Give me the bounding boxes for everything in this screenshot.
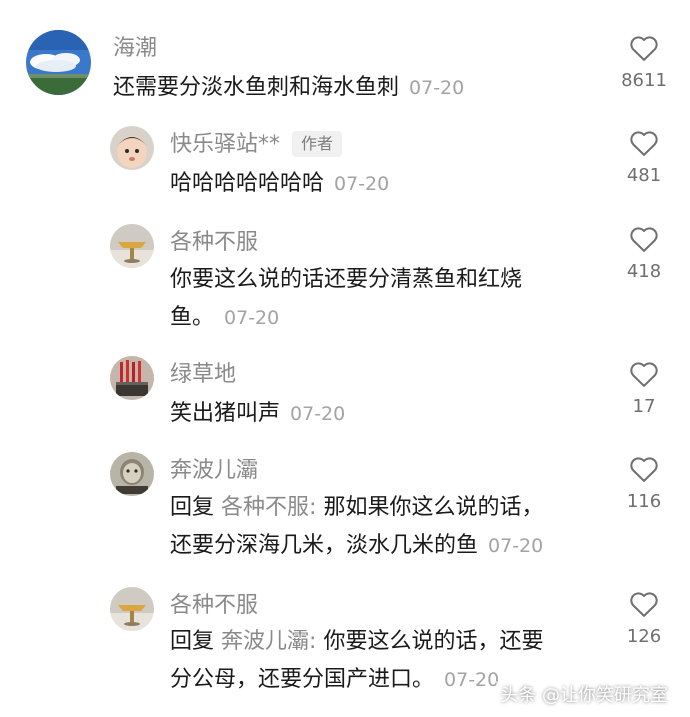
comment-text: 回复 奔波儿灞: 你要这么说的话，还要 分公母，还要分国产进口。 07-20 bbox=[170, 623, 543, 699]
comment-date: 07-20 bbox=[334, 173, 390, 195]
comment-item: 海潮 还需要分淡水鱼刺和海水鱼刺 07-20 8611 bbox=[0, 0, 690, 118]
comment-body: 你要这么说的话，还要 bbox=[323, 629, 544, 654]
reply-target[interactable]: 奔波儿灞: bbox=[221, 629, 316, 654]
comment-body: 还需要分淡水鱼刺和海水鱼刺 bbox=[113, 75, 400, 100]
comment-text: 你要这么说的话还要分清蒸鱼和红烧 鱼。 07-20 bbox=[170, 261, 522, 337]
like-count: 126 bbox=[626, 626, 662, 647]
avatar[interactable] bbox=[110, 587, 154, 631]
heart-outline-icon bbox=[630, 131, 658, 156]
comment-text-line: 回复 奔波儿灞: 你要这么说的话，还要 bbox=[170, 623, 543, 661]
like-count: 418 bbox=[626, 261, 662, 282]
comment-text: 哈哈哈哈哈哈哈 07-20 bbox=[170, 165, 389, 203]
comment-author[interactable]: 快乐驿站** 作者 bbox=[170, 131, 343, 159]
heart-outline-icon bbox=[630, 362, 658, 387]
like-count: 17 bbox=[632, 396, 656, 417]
author-badge: 作者 bbox=[292, 131, 343, 157]
comment-body: 分公母，还要分国产进口。 bbox=[170, 667, 435, 692]
comment-author[interactable]: 各种不服 bbox=[170, 592, 258, 620]
comment-item: 各种不服 你要这么说的话还要分清蒸鱼和红烧 鱼。 07-20 418 bbox=[0, 216, 690, 346]
comment-body: 哈哈哈哈哈哈哈 bbox=[170, 171, 325, 196]
comment-author[interactable]: 各种不服 bbox=[170, 229, 258, 257]
like-button[interactable]: 116 bbox=[609, 455, 679, 515]
avatar[interactable] bbox=[110, 126, 154, 170]
like-button[interactable]: 481 bbox=[609, 129, 679, 189]
reply-prefix: 回复 bbox=[170, 495, 215, 520]
comment-body: 鱼。 bbox=[170, 305, 215, 330]
heart-outline-icon bbox=[630, 36, 658, 61]
comment-body: 笑出猪叫声 bbox=[170, 401, 281, 426]
comment-item: 快乐驿站** 作者 哈哈哈哈哈哈哈 07-20 481 bbox=[0, 118, 690, 216]
comment-author[interactable]: 海潮 bbox=[113, 35, 157, 63]
like-count: 116 bbox=[626, 491, 662, 512]
avatar[interactable] bbox=[110, 356, 154, 400]
comment-date: 07-20 bbox=[444, 669, 500, 691]
comment-text-line: 鱼。 07-20 bbox=[170, 299, 522, 337]
reply-prefix: 回复 bbox=[170, 629, 215, 654]
comment-item: 绿草地 笑出猪叫声 07-20 17 bbox=[0, 346, 690, 442]
heart-outline-icon bbox=[630, 227, 658, 252]
heart-outline-icon bbox=[630, 592, 658, 617]
comment-item: 奔波儿灞 回复 各种不服: 那如果你这么说的话， 还要分深海几米，淡水几米的鱼 0… bbox=[0, 442, 690, 582]
comment-text: 笑出猪叫声 07-20 bbox=[170, 395, 345, 433]
like-button[interactable]: 418 bbox=[609, 225, 679, 285]
comment-date: 07-20 bbox=[409, 77, 465, 99]
comment-text-line: 还要分深海几米，淡水几米的鱼 07-20 bbox=[170, 527, 543, 565]
comment-body: 还要分深海几米，淡水几米的鱼 bbox=[170, 533, 479, 558]
comment-text: 还需要分淡水鱼刺和海水鱼刺 07-20 bbox=[113, 69, 464, 107]
like-button[interactable]: 8611 bbox=[609, 34, 679, 94]
comment-author[interactable]: 奔波儿灞 bbox=[170, 457, 258, 485]
comment-body: 那如果你这么说的话， bbox=[323, 495, 544, 520]
author-name: 快乐驿站** bbox=[170, 132, 281, 157]
like-button[interactable]: 17 bbox=[609, 360, 679, 420]
comment-date: 07-20 bbox=[488, 535, 544, 557]
comment-date: 07-20 bbox=[290, 403, 346, 425]
comment-text-line: 分公母，还要分国产进口。 07-20 bbox=[170, 661, 543, 699]
comment-date: 07-20 bbox=[224, 307, 280, 329]
like-count: 481 bbox=[626, 165, 662, 186]
like-count: 8611 bbox=[621, 70, 667, 91]
avatar[interactable] bbox=[110, 452, 154, 496]
comment-body: 你要这么说的话还要分清蒸鱼和红烧 bbox=[170, 267, 523, 292]
avatar[interactable] bbox=[110, 224, 154, 268]
comment-text-line: 回复 各种不服: 那如果你这么说的话， bbox=[170, 489, 543, 527]
like-button[interactable]: 126 bbox=[609, 590, 679, 650]
comment-author[interactable]: 绿草地 bbox=[170, 361, 236, 389]
watermark: 头条 @让你笑研究室 bbox=[496, 681, 672, 707]
avatar[interactable] bbox=[26, 30, 91, 95]
comment-text: 回复 各种不服: 那如果你这么说的话， 还要分深海几米，淡水几米的鱼 07-20 bbox=[170, 489, 543, 565]
reply-target[interactable]: 各种不服: bbox=[221, 495, 316, 520]
heart-outline-icon bbox=[630, 457, 658, 482]
